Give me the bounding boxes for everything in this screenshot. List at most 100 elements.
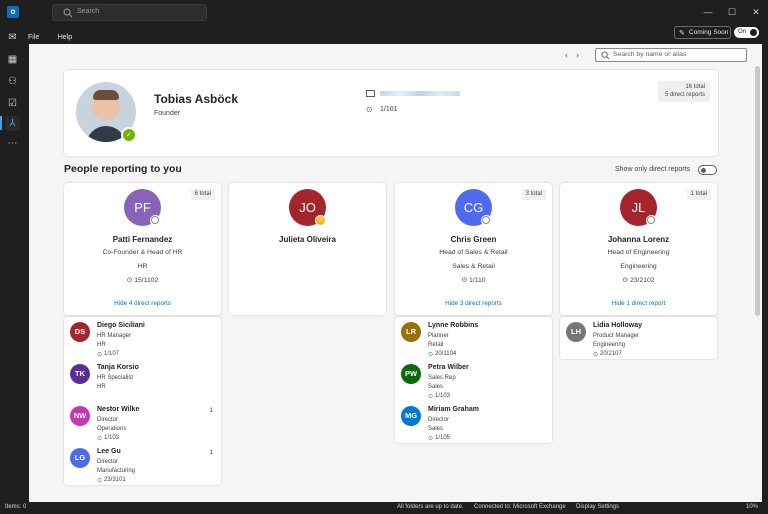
title-bar: o Search — ☐ ✕: [0, 0, 768, 24]
hide-reports-link[interactable]: Hide 1 direct report: [560, 300, 717, 307]
person-name: Tanja Korsio: [97, 364, 139, 371]
report-card[interactable]: JO ◷ Julieta Oliveira: [229, 183, 386, 315]
list-item[interactable]: TK Tanja Korsio HR Specialist HR: [64, 359, 221, 401]
report-department: Sales & Retail: [452, 263, 495, 270]
list-item[interactable]: LR Lynne Robbins Planner Retail ⊙ 20/1104: [395, 317, 552, 359]
report-title: Head of Engineering: [607, 249, 670, 256]
report-office: ⊙ 23/2102: [560, 276, 717, 284]
tasks-icon[interactable]: ☑: [5, 96, 20, 111]
location-icon: ⊙: [428, 352, 434, 358]
report-count-badge: 16 total 5 direct reports: [658, 81, 710, 102]
items-count: Items: 0: [5, 504, 27, 510]
person-name: Diego Siciliani: [97, 322, 145, 329]
report-office: ⊙ 1/110: [395, 276, 552, 284]
person-office: 20/2107: [600, 351, 622, 357]
search-icon: [63, 8, 73, 18]
display-settings[interactable]: Display Settings: [576, 504, 619, 510]
report-card[interactable]: 3 total CG Chris Green Head of Sales & Reta…: [395, 183, 552, 315]
global-search-input[interactable]: Search: [52, 4, 207, 21]
person-title: Sales Rep: [428, 375, 456, 381]
person-name: Miriam Graham: [428, 406, 479, 413]
person-office: 1/103: [104, 435, 120, 441]
calendar-icon[interactable]: ▦: [5, 52, 20, 67]
status-bar: Items: 0 All folders are up to date. Con…: [0, 502, 768, 514]
avatar: DS: [70, 322, 90, 342]
menu-help[interactable]: Help: [58, 34, 72, 41]
hide-reports-link[interactable]: Hide 4 direct reports: [64, 300, 221, 307]
offline-presence-icon: [150, 215, 161, 226]
person-office: 1/107: [104, 351, 120, 357]
close-icon[interactable]: ✕: [750, 6, 762, 18]
direct-reports-list: LR Lynne Robbins Planner Retail ⊙ 20/1104 PW Pe…: [395, 317, 552, 443]
person-title: Director: [428, 417, 450, 423]
person-name: Petra Wilber: [428, 364, 469, 371]
profile-name: Tobias Asböck: [154, 92, 239, 106]
report-count: 1: [209, 449, 213, 456]
list-item[interactable]: PW Petra Wilber Sales Rep Sales ⊙ 1/103: [395, 359, 552, 401]
menu-bar: File Help: [28, 26, 86, 41]
minimize-icon[interactable]: —: [702, 6, 714, 18]
connection-status: Connected to: Microsoft Exchange: [474, 504, 566, 510]
list-item[interactable]: LH Lidia Holloway Product Manager Engineeri…: [560, 317, 717, 359]
org-explorer-pane: ‹› Search by name or alias ✓ Tobias Asbö…: [29, 44, 762, 502]
profile-card: ✓ Tobias Asböck Founder ⊙ 1/101 16 total…: [64, 70, 718, 156]
maximize-icon[interactable]: ☐: [726, 6, 738, 18]
person-department: Manufacturing: [97, 468, 136, 474]
person-department: HR: [97, 384, 106, 390]
list-item[interactable]: LG Lee Gu Director Manufacturing ⊙ 23/3101 1: [64, 443, 221, 485]
location-icon: ⊙: [97, 478, 103, 484]
person-title: Product Manager: [593, 333, 640, 339]
person-department: HR: [97, 342, 106, 348]
list-item[interactable]: DS Diego Siciliani HR Manager HR ⊙ 1/107: [64, 317, 221, 359]
person-department: Retail: [428, 342, 444, 348]
person-title: Director: [97, 459, 119, 465]
coming-soon-toggle[interactable]: On: [734, 27, 759, 38]
nav-arrows[interactable]: ‹›: [565, 50, 587, 60]
search-placeholder: Search: [77, 8, 100, 15]
avatar: TK: [70, 364, 90, 384]
location-icon: ⊙: [366, 105, 373, 114]
people-search-input[interactable]: Search by name or alias: [595, 48, 747, 62]
person-department: Engineering: [593, 342, 626, 348]
avatar: LR: [401, 322, 421, 342]
location-icon: ⊙: [622, 277, 630, 284]
total-count: 16 total: [685, 84, 705, 90]
more-apps-icon[interactable]: ⋯: [5, 136, 20, 151]
person-name: Lidia Holloway: [593, 322, 643, 329]
zoom-level: 10%: [746, 504, 759, 510]
report-department: HR: [137, 263, 148, 270]
person-department: Operations: [97, 426, 127, 432]
away-presence-icon: ◷: [315, 215, 326, 226]
report-card[interactable]: 6 total PF Patti Fernandez Co-Founder & Hea…: [64, 183, 221, 315]
coming-soon-button[interactable]: ✎ Coming Soon: [674, 26, 731, 39]
mail-icon[interactable]: ✉: [5, 30, 20, 45]
list-item[interactable]: MG Miriam Graham Director Sales ⊙ 1/105: [395, 401, 552, 443]
person-office: 1/103: [435, 393, 451, 399]
report-card[interactable]: 1 total JL Johanna Lorenz Head of Engineeri…: [560, 183, 717, 315]
direct-reports-list: LH Lidia Holloway Product Manager Engineeri…: [560, 317, 717, 359]
location-icon: ⊙: [428, 436, 434, 442]
hide-reports-link[interactable]: Hide 3 direct reports: [395, 300, 552, 307]
location-icon: ⊙: [461, 277, 470, 284]
avatar: MG: [401, 406, 421, 426]
person-name: Lee Gu: [97, 448, 121, 455]
list-item[interactable]: NW Nestor Wilke Director Operations ⊙ 1/103 1: [64, 401, 221, 443]
outlook-logo-icon: o: [7, 6, 19, 18]
person-name: Nestor Wilke: [97, 406, 140, 413]
person-office: 20/1104: [435, 351, 457, 357]
person-department: Sales: [428, 384, 444, 390]
mail-icon: [366, 90, 375, 97]
only-direct-label: Show only direct reports: [615, 166, 691, 173]
left-rail: ✉ ▦ ⚇ ☑ ⅄ ⋯: [0, 24, 25, 502]
report-name: Julieta Oliveira: [279, 235, 336, 244]
avatar: NW: [70, 406, 90, 426]
scrollbar[interactable]: [755, 66, 760, 316]
only-direct-toggle[interactable]: [698, 165, 717, 175]
direct-reports-list: DS Diego Siciliani HR Manager HR ⊙ 1/107 TK Tan…: [64, 317, 221, 485]
report-office: ⊙ 15/1102: [64, 276, 221, 284]
profile-title: Founder: [154, 110, 181, 117]
menu-file[interactable]: File: [28, 34, 39, 41]
org-explorer-icon[interactable]: ⅄: [5, 116, 20, 131]
people-icon[interactable]: ⚇: [5, 74, 20, 89]
person-department: Sales: [428, 426, 444, 432]
